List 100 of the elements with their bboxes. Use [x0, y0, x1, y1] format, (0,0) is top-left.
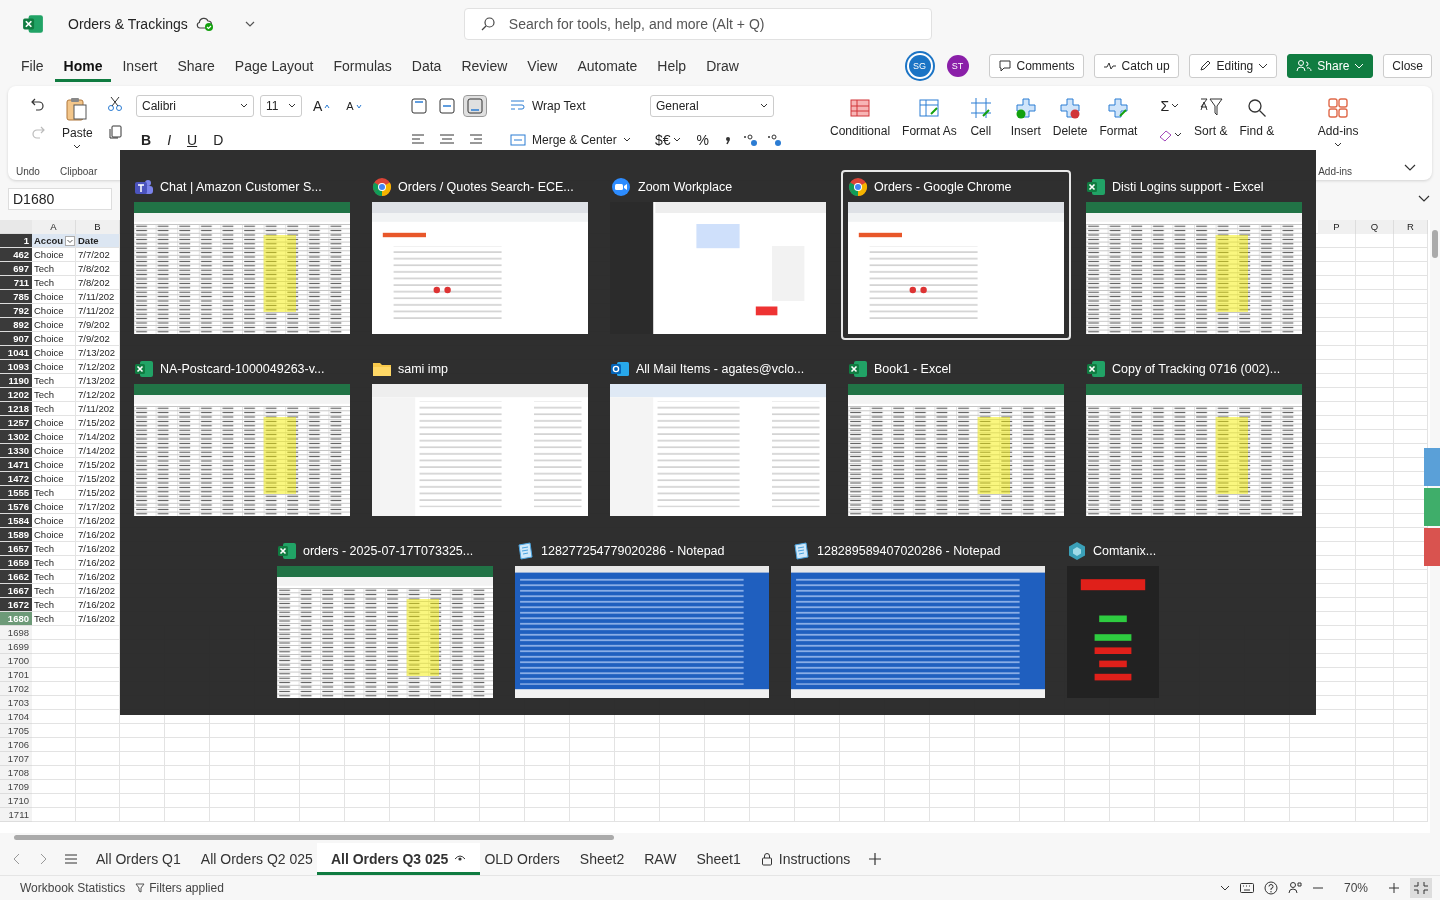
row-header[interactable]: 697: [0, 262, 32, 276]
row-header[interactable]: 1702: [0, 682, 32, 696]
shrink-font-button[interactable]: A: [341, 98, 367, 114]
currency-button[interactable]: $€: [650, 130, 686, 150]
window-tile[interactable]: sami imp: [365, 352, 595, 522]
row-header[interactable]: 1706: [0, 738, 32, 752]
column-header[interactable]: R: [1394, 220, 1428, 234]
wrap-text-button[interactable]: Wrap Text: [510, 99, 586, 113]
undo-icon[interactable]: [30, 96, 46, 112]
menu-tab[interactable]: Help: [648, 50, 696, 82]
row-header[interactable]: 1589: [0, 528, 32, 542]
column-header[interactable]: A: [32, 220, 76, 234]
autosum-button[interactable]: Σ: [1155, 96, 1185, 116]
previous-sheet-icon[interactable]: [12, 853, 22, 865]
column-header[interactable]: P: [1318, 220, 1356, 234]
menu-tab[interactable]: View: [518, 50, 567, 82]
menu-tab[interactable]: Share: [168, 50, 224, 82]
window-tile[interactable]: Orders - Google Chrome: [841, 170, 1071, 340]
column-header[interactable]: Q: [1356, 220, 1394, 234]
text-style-button[interactable]: U: [182, 130, 203, 150]
sheet-tab[interactable]: Sheet2: [577, 843, 627, 875]
row-header[interactable]: 1662: [0, 570, 32, 584]
row-header[interactable]: 1: [0, 234, 32, 248]
vertical-align-icon[interactable]: [464, 96, 486, 116]
row-header[interactable]: 892: [0, 318, 32, 332]
sheet-tab[interactable]: OLD Orders: [482, 843, 562, 875]
window-tile[interactable]: NA-Postcard-1000049263-v...: [127, 352, 357, 522]
search-field[interactable]: Search for tools, help, and more (Alt + Q): [463, 8, 932, 40]
cells-button[interactable]: Insert: [1008, 92, 1043, 142]
font-name-dropdown[interactable]: Calibri: [136, 95, 254, 117]
row-header[interactable]: 1302: [0, 430, 32, 444]
menu-tab[interactable]: Review: [452, 50, 517, 82]
add-ins-button[interactable]: Add-ins: [1310, 92, 1367, 152]
row-header[interactable]: 1657: [0, 542, 32, 556]
window-tile[interactable]: orders - 2025-07-17T073325...: [270, 534, 500, 704]
copy-icon[interactable]: [106, 124, 123, 140]
window-tile[interactable]: 128289589407020286 - Notepad: [784, 534, 1052, 704]
styles-button[interactable]: Cell: [966, 92, 995, 142]
zoom-level[interactable]: 70%: [1343, 881, 1368, 895]
styles-button[interactable]: Conditional: [828, 92, 893, 142]
row-header[interactable]: 1202: [0, 388, 32, 402]
sheet-tab[interactable]: All Orders Q3 025: [316, 843, 481, 875]
row-header[interactable]: 907: [0, 332, 32, 346]
window-tile[interactable]: Orders / Quotes Search- ECE...: [365, 170, 595, 340]
window-tile[interactable]: Chat | Amazon Customer S...: [127, 170, 357, 340]
row-header[interactable]: 1093: [0, 360, 32, 374]
vertical-align-icon[interactable]: [436, 96, 458, 116]
sort-filter-button[interactable]: Sort &: [1192, 92, 1230, 142]
name-box[interactable]: D1680: [8, 188, 112, 210]
row-header[interactable]: 1257: [0, 416, 32, 430]
expand-formula-bar-icon[interactable]: [1418, 195, 1430, 203]
row-header[interactable]: 785: [0, 290, 32, 304]
row-header[interactable]: 1705: [0, 724, 32, 738]
find-select-button[interactable]: Find &: [1237, 92, 1277, 142]
menu-tab[interactable]: File: [12, 50, 53, 82]
number-format-dropdown[interactable]: General: [650, 95, 774, 117]
sheet-tab[interactable]: Sheet1: [694, 843, 743, 875]
menu-tab[interactable]: Page Layout: [225, 50, 323, 82]
menu-tab[interactable]: Draw: [697, 50, 748, 82]
row-header[interactable]: 1471: [0, 458, 32, 472]
document-title[interactable]: Orders & Trackings: [68, 16, 188, 32]
row-header[interactable]: 1703: [0, 696, 32, 710]
text-style-button[interactable]: B: [136, 130, 157, 150]
window-tile[interactable]: Book1 - Excel: [841, 352, 1071, 522]
vertical-align-icon[interactable]: [408, 96, 430, 116]
menu-tab[interactable]: Insert: [113, 50, 167, 82]
row-header[interactable]: 1709: [0, 780, 32, 794]
row-header[interactable]: 1699: [0, 640, 32, 654]
row-header[interactable]: 1041: [0, 346, 32, 360]
excel-logo-icon[interactable]: [22, 13, 44, 35]
row-header[interactable]: 711: [0, 276, 32, 290]
fit-screen-icon[interactable]: [1410, 878, 1432, 898]
sheet-tab[interactable]: All Orders Q2 025: [198, 843, 315, 875]
status-text[interactable]: Workbook Statistics: [20, 881, 126, 895]
row-header[interactable]: 1659: [0, 556, 32, 570]
expand-ribbon-icon[interactable]: [1404, 164, 1416, 172]
add-sheet-icon[interactable]: [868, 852, 883, 866]
feedback-icon[interactable]: [1287, 881, 1302, 895]
row-header[interactable]: 1701: [0, 668, 32, 682]
window-tile[interactable]: All Mail Items - agates@vclo...: [603, 352, 833, 522]
side-panel-tabs-icon[interactable]: [1424, 448, 1440, 568]
filter-dropdown-icon[interactable]: [65, 235, 75, 246]
row-header[interactable]: 1190: [0, 374, 32, 388]
comments-button[interactable]: Comments: [988, 54, 1084, 78]
editing-button[interactable]: Editing: [1188, 54, 1278, 78]
row-header[interactable]: 1704: [0, 710, 32, 724]
column-header[interactable]: B: [76, 220, 120, 234]
menu-icon[interactable]: [64, 853, 78, 865]
text-style-button[interactable]: I: [162, 130, 176, 150]
styles-button[interactable]: Format As: [900, 92, 959, 142]
menu-tab[interactable]: Home: [54, 50, 112, 82]
chevron-down-icon[interactable]: [243, 20, 256, 28]
next-sheet-icon[interactable]: [38, 853, 48, 865]
paste-button[interactable]: Paste: [60, 92, 95, 154]
merge-center-button[interactable]: Merge & Center: [510, 133, 631, 147]
row-header[interactable]: 1555: [0, 486, 32, 500]
menu-tab[interactable]: Automate: [568, 50, 647, 82]
sheet-tab[interactable]: All Orders Q1: [94, 843, 183, 875]
help-icon[interactable]: [1263, 881, 1278, 895]
text-style-button[interactable]: D: [208, 130, 229, 150]
